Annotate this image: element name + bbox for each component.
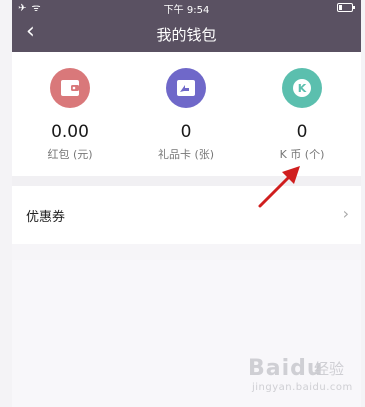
- section-divider: [12, 176, 361, 186]
- gift-card-label: 礼品卡 (张): [157, 148, 215, 161]
- red-arrow-icon: [258, 166, 300, 208]
- watermark-brand: Baidu: [248, 356, 324, 381]
- wallet-stats: 0.00 红包 (元) 0 礼品卡 (张) K 0 K 币 (个): [12, 52, 361, 176]
- nav-bar: ‹ 我的钱包: [12, 14, 361, 52]
- red-packet-label: 红包 (元): [47, 148, 93, 161]
- coupon-label: 优惠券: [26, 210, 66, 225]
- wallet-item-red-packet[interactable]: 0.00 红包 (元): [12, 68, 128, 162]
- battery-icon: [337, 3, 355, 12]
- chevron-right-icon: ›: [342, 204, 349, 223]
- wallet-item-k-coin[interactable]: K 0 K 币 (个): [244, 68, 360, 162]
- watermark-suffix: 经验: [314, 360, 345, 378]
- gift-card-icon: [166, 68, 206, 108]
- wallet-item-gift-card[interactable]: 0 礼品卡 (张): [128, 68, 244, 162]
- k-coin-value: 0: [296, 122, 308, 142]
- page-title: 我的钱包: [156, 26, 217, 44]
- app-frame: ✈ ᯤ 下午 9:54 ‹ 我的钱包 0.00 红包 (元) 0 礼品卡 (张)…: [12, 0, 361, 407]
- status-bar: ✈ ᯤ 下午 9:54: [12, 0, 361, 16]
- coupon-row[interactable]: 优惠券 ›: [12, 186, 361, 244]
- k-coin-icon: K: [282, 68, 322, 108]
- svg-text:K: K: [298, 82, 307, 95]
- gift-card-value: 0: [180, 122, 192, 142]
- watermark: Baidu 经验 jingyan.baidu.com: [238, 352, 365, 398]
- watermark-url: jingyan.baidu.com: [252, 382, 353, 393]
- red-packet-value: 0.00: [51, 122, 89, 142]
- wallet-icon: [50, 68, 90, 108]
